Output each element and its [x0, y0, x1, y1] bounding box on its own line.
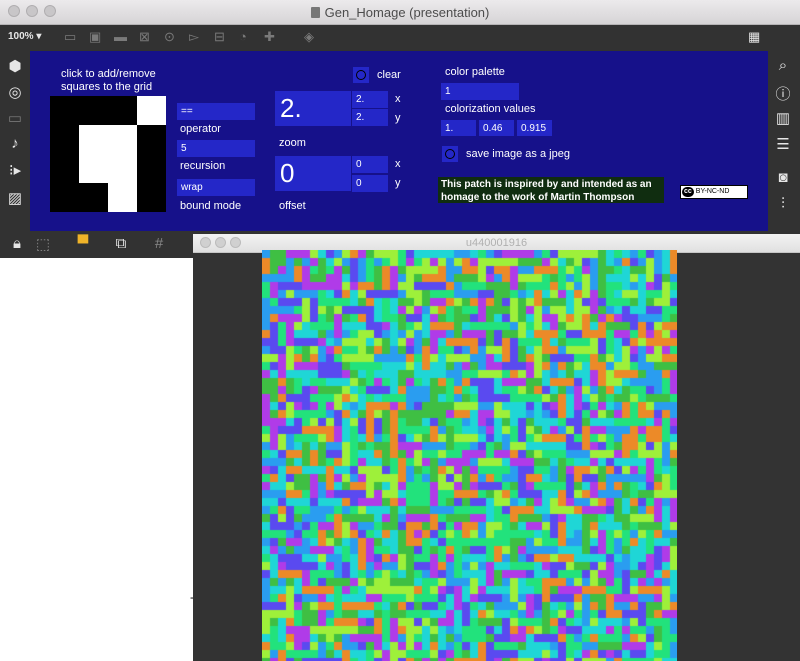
patch-canvas: click to add/remove squares to the grid … — [30, 51, 768, 231]
keyboard-icon[interactable]: ▦ — [748, 29, 760, 45]
bound-mode-menu[interactable]: wrap — [177, 179, 255, 196]
offset-y-number[interactable]: 0 — [352, 175, 388, 192]
homage-note: This patch is inspired by and intended a… — [438, 177, 664, 203]
colorization-label: colorization values — [445, 103, 536, 115]
zoom-x-number[interactable]: 2. — [352, 91, 388, 108]
grid-cell[interactable] — [50, 154, 79, 183]
sequence-icon[interactable]: ⁝▸ — [0, 161, 30, 179]
color-palette-number[interactable]: 1 — [441, 83, 519, 100]
target-icon[interactable]: ◎ — [0, 83, 30, 101]
offset-label: offset — [279, 200, 306, 212]
offset-number[interactable]: 0 — [275, 156, 351, 191]
paint-icon[interactable]: ◈ — [304, 29, 314, 45]
save-jpeg-label: save image as a jpeg — [466, 148, 570, 160]
video-icon[interactable]: ▭ — [0, 109, 30, 127]
offset-x-label: x — [395, 158, 401, 170]
zoom-dropdown[interactable]: 100% ▾ — [8, 31, 41, 42]
toolbar: 100% ▾ ▭ ▣ ▬ ⊠ ⊙ ▻ ⊟ ◔ ✚ ◈ ▦ — [0, 25, 800, 51]
grid-icon[interactable]: # — [144, 235, 174, 252]
monitor-icon[interactable]: ▀ — [68, 235, 98, 252]
zoom-y-number[interactable]: 2. — [352, 109, 388, 126]
colorization-value-1[interactable]: 1. — [441, 120, 476, 136]
grid-instructions: click to add/remove squares to the grid — [61, 68, 156, 93]
main-window: Gen_Homage (presentation) 100% ▾ ▭ ▣ ▬ ⊠… — [0, 0, 800, 258]
zoom-label: zoom — [279, 137, 306, 149]
left-sidebar: ⬢ ◎ ▭ ♪ ⁝▸ ▨ — [0, 51, 30, 231]
dial-icon[interactable]: ◔ — [239, 29, 247, 44]
clear-label: clear — [377, 69, 401, 81]
clear-button[interactable] — [353, 67, 369, 83]
output-window-title: u440001916 — [465, 237, 528, 249]
save-circle-icon — [445, 149, 455, 159]
grid-cell[interactable] — [50, 96, 79, 125]
camera-icon[interactable]: ◙ — [768, 169, 798, 186]
recursion-label: recursion — [180, 160, 226, 172]
presentation-icon[interactable]: ⬚ — [28, 235, 58, 253]
toggle-icon[interactable]: ⊙ — [164, 29, 175, 45]
window-title-text: Gen_Homage (presentation) — [324, 5, 490, 20]
button-icon[interactable]: ⊠ — [139, 29, 150, 45]
cube-icon[interactable]: ⬢ — [0, 57, 30, 75]
grid-cell[interactable] — [50, 125, 79, 154]
license-text: BY-NC-ND — [695, 188, 730, 195]
mixer-icon[interactable]: ⫶ — [768, 195, 798, 212]
cc-logo-icon: cc — [682, 187, 694, 197]
operator-label: operator — [180, 123, 221, 135]
grid-cell[interactable] — [50, 183, 79, 212]
document-icon — [310, 7, 320, 18]
offset-x-number[interactable]: 0 — [352, 156, 388, 173]
grid-cell[interactable] — [79, 96, 108, 125]
grid-cell[interactable] — [137, 154, 166, 183]
add-icon[interactable]: ✚ — [264, 29, 275, 45]
bound-mode-label: bound mode — [180, 200, 242, 212]
clear-circle-icon — [356, 70, 366, 80]
comment-icon[interactable]: ▬ — [114, 29, 127, 44]
output-window: u440001916 — [193, 234, 800, 661]
message-icon[interactable]: ▣ — [89, 29, 101, 45]
colorization-value-3[interactable]: 0.915 — [517, 120, 552, 136]
search-icon[interactable]: ⌕ — [768, 57, 798, 74]
save-jpeg-button[interactable] — [442, 146, 458, 162]
grid-cell[interactable] — [108, 96, 137, 125]
generated-pattern-image — [262, 250, 677, 661]
windows-icon[interactable]: ⧉ — [106, 235, 136, 252]
pattern-grid[interactable] — [50, 96, 166, 212]
grid-cell[interactable] — [79, 183, 108, 212]
recursion-number[interactable]: 5 — [177, 140, 255, 157]
zoom-y-label: y — [395, 112, 401, 124]
operator-menu[interactable]: == — [177, 103, 255, 120]
image-icon[interactable]: ▨ — [0, 189, 30, 207]
grid-cell[interactable] — [137, 183, 166, 212]
music-note-icon[interactable]: ♪ — [0, 135, 30, 152]
book-icon[interactable]: ▥ — [768, 109, 798, 127]
slider-icon[interactable]: ⊟ — [214, 29, 225, 45]
new-object-icon[interactable]: ▭ — [64, 29, 76, 45]
license-badge[interactable]: cc BY-NC-ND — [680, 185, 748, 199]
colorization-value-2[interactable]: 0.46 — [479, 120, 514, 136]
window-title: Gen_Homage (presentation) — [0, 5, 800, 20]
number-icon[interactable]: ▻ — [189, 29, 199, 45]
grid-cell[interactable] — [137, 125, 166, 154]
title-bar: Gen_Homage (presentation) — [0, 0, 800, 25]
offset-y-label: y — [395, 177, 401, 189]
color-palette-label: color palette — [445, 66, 505, 78]
zoom-number[interactable]: 2. — [275, 91, 351, 126]
zoom-x-label: x — [395, 93, 401, 105]
right-sidebar: ⌕ ⓘ ▥ ☰ ◙ ⫶ — [768, 51, 800, 231]
info-icon[interactable]: ⓘ — [768, 83, 798, 104]
list-icon[interactable]: ☰ — [768, 135, 798, 153]
